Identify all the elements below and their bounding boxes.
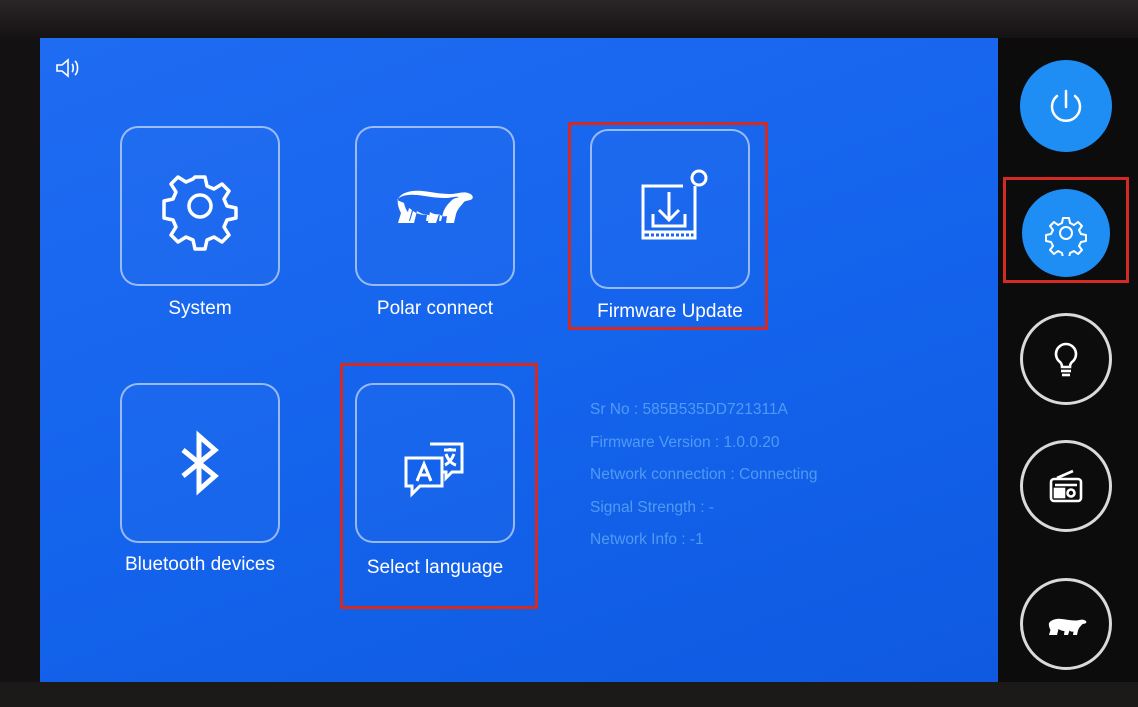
firmware-version: Firmware Version : 1.0.0.20 — [590, 433, 780, 451]
settings-gear-icon — [1045, 217, 1087, 256]
bluetooth-devices-label: Bluetooth devices — [125, 554, 275, 575]
polar-connect-label: Polar connect — [376, 298, 494, 319]
polar-bear-icon — [397, 190, 473, 223]
gear-icon — [162, 175, 238, 251]
system-tile[interactable] — [120, 126, 280, 286]
light-button[interactable] — [1020, 313, 1112, 405]
bluetooth-devices-tile[interactable] — [120, 383, 280, 543]
settings-button[interactable] — [1022, 189, 1110, 277]
system-label: System — [168, 298, 232, 319]
firmware-update-label: Firmware Update — [597, 301, 743, 322]
polar-bear-button[interactable] — [1020, 578, 1112, 670]
network-info: Network Info : -1 — [590, 531, 704, 548]
firmware-download-icon — [641, 169, 708, 240]
radio-button[interactable] — [1020, 440, 1112, 532]
radio-icon — [1049, 469, 1083, 503]
power-button[interactable] — [1020, 60, 1112, 152]
lightbulb-icon — [1054, 342, 1078, 377]
select-language-label: Select language — [366, 557, 504, 578]
main-screen: System Polar connect Firmware Update Blu… — [40, 38, 998, 682]
polar-connect-tile[interactable] — [355, 126, 515, 286]
bezel-top — [0, 0, 1138, 40]
firmware-update-tile[interactable] — [590, 129, 750, 289]
speaker-icon[interactable] — [54, 56, 84, 80]
bezel-bottom — [0, 682, 1138, 707]
power-icon — [1050, 89, 1082, 122]
signal-strength: Signal Strength : - — [590, 498, 715, 516]
translate-icon — [404, 442, 464, 498]
polar-bear-icon — [1048, 618, 1087, 635]
serial-number: Sr No : 585B535DD721311A — [590, 401, 788, 418]
device-info-panel: Sr No : 585B535DD721311A Firmware Versio… — [590, 394, 817, 557]
bluetooth-icon — [181, 430, 219, 496]
network-connection: Network connection : Connecting — [590, 466, 818, 483]
select-language-tile[interactable] — [355, 383, 515, 543]
bezel-left — [0, 38, 40, 682]
